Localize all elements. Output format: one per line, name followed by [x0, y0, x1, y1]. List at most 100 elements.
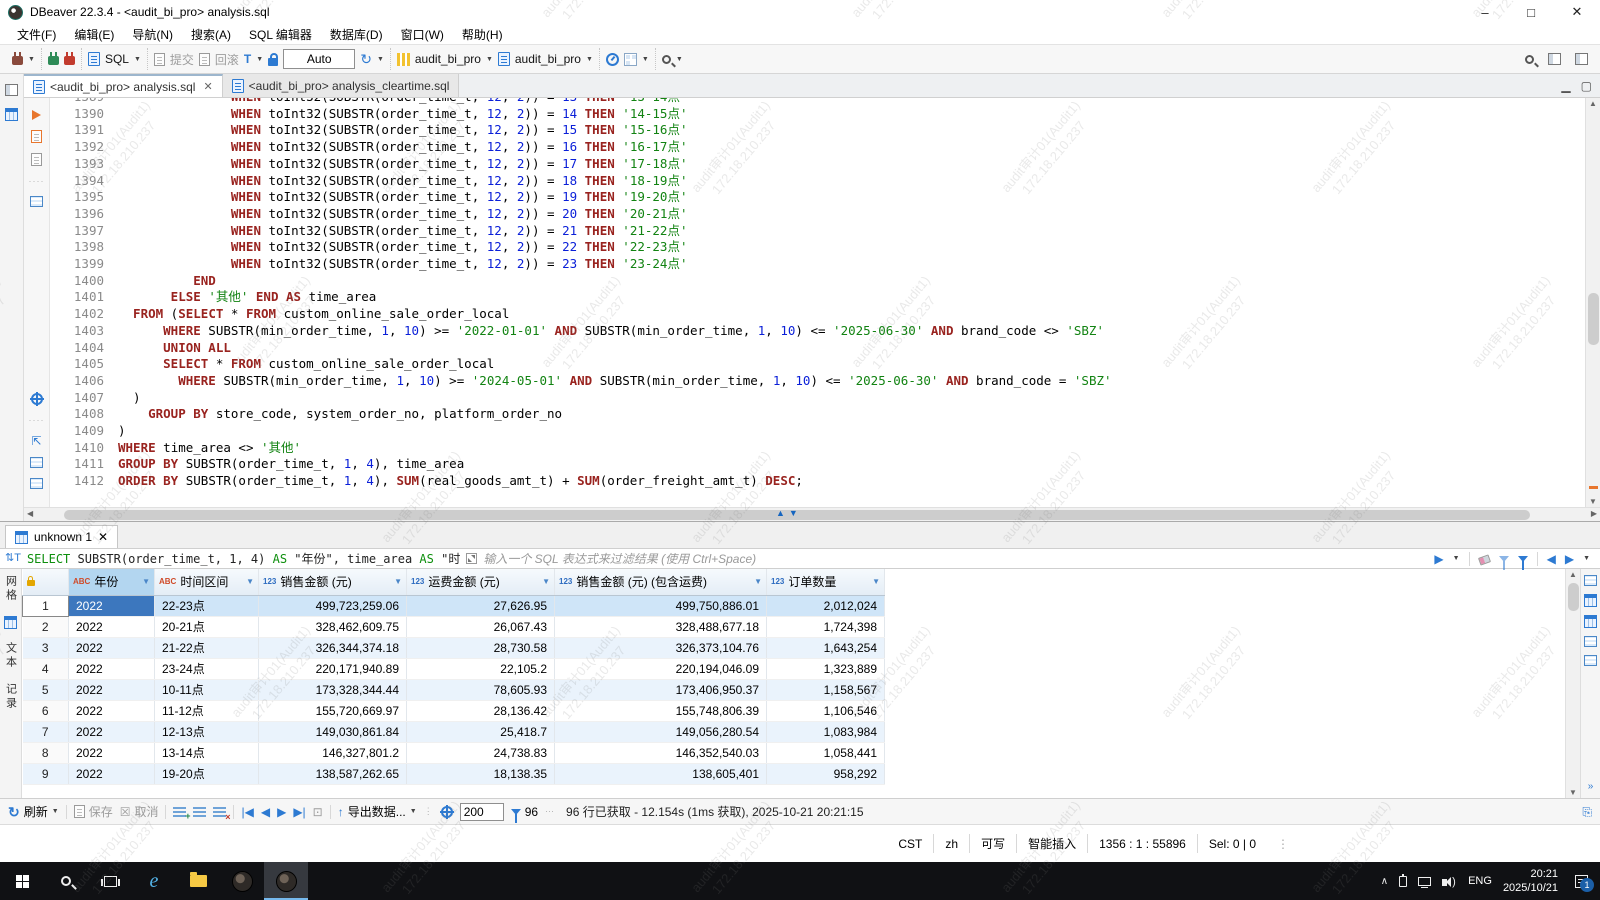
chevron-down-icon[interactable]: ▼ — [586, 56, 593, 63]
file-explorer-button[interactable] — [176, 862, 220, 900]
perspective-icon[interactable] — [1548, 53, 1561, 65]
column-header-0[interactable]: ABC年份▼ — [69, 569, 155, 595]
row-number-header[interactable] — [23, 569, 69, 595]
menu-item-2[interactable]: 导航(N) — [123, 24, 182, 44]
cell-r9-c1[interactable]: 19-20点 — [155, 763, 259, 784]
scroll-right-icon[interactable]: ▶ — [1591, 509, 1597, 518]
close-tab-icon[interactable]: ✕ — [203, 80, 212, 93]
connection-name[interactable]: audit_bi_pro — [415, 52, 481, 66]
results-vertical-scrollbar[interactable]: ▲ ▼ — [1565, 569, 1580, 798]
execute-statement-icon[interactable] — [32, 110, 41, 120]
quick-search-icon[interactable] — [1525, 55, 1534, 64]
table-row-3[interactable]: 3202221-22点326,344,374.1828,730.58326,37… — [23, 637, 885, 658]
log-panel-icon[interactable] — [30, 457, 43, 468]
chevron-down-icon[interactable]: ▼ — [486, 56, 493, 63]
editor-horizontal-scrollbar[interactable]: ◀ ▶ ▲▼ — [24, 507, 1600, 521]
column-header-4[interactable]: 123销售金额 (元) (包含运费)▼ — [555, 569, 767, 595]
value-viewer-panel-icon[interactable] — [1584, 575, 1597, 586]
minimize-editor-icon[interactable]: ▁ — [1561, 80, 1570, 92]
menu-item-7[interactable]: 帮助(H) — [453, 24, 512, 44]
column-menu-icon[interactable]: ▼ — [872, 577, 880, 586]
output-panel-icon[interactable] — [30, 196, 43, 207]
aggregate-panel-icon[interactable] — [1584, 636, 1597, 647]
cell-r7-c0[interactable]: 2022 — [69, 721, 155, 742]
maximize-button[interactable]: □ — [1508, 0, 1554, 24]
apply-filter-icon[interactable]: ▶ — [1434, 553, 1443, 565]
cell-r4-c1[interactable]: 23-24点 — [155, 658, 259, 679]
maximize-editor-icon[interactable]: ▢ — [1581, 80, 1592, 92]
variables-panel-icon[interactable] — [30, 478, 43, 489]
sql-editor-icon[interactable] — [88, 52, 100, 66]
copy-status-icon[interactable]: ⎘ — [1582, 806, 1592, 818]
cell-r1-c2[interactable]: 499,723,259.06 — [259, 595, 407, 616]
results-tab[interactable]: unknown 1 ✕ — [5, 525, 118, 548]
grid-settings-icon[interactable] — [441, 806, 453, 818]
cell-r3-c1[interactable]: 21-22点 — [155, 637, 259, 658]
row-number[interactable]: 8 — [23, 742, 69, 763]
add-row-icon[interactable] — [173, 806, 186, 817]
chevron-down-icon[interactable]: ▼ — [1583, 555, 1590, 562]
column-header-3[interactable]: 123运费金额 (元)▼ — [407, 569, 555, 595]
expand-filter-icon[interactable] — [466, 553, 477, 564]
chevron-down-icon[interactable]: ▼ — [642, 56, 649, 63]
next-page-icon[interactable]: ▶ — [277, 806, 286, 818]
table-row-4[interactable]: 4202223-24点220,171,940.8922,105.2220,194… — [23, 658, 885, 679]
scroll-up-icon[interactable]: ▲ — [1586, 99, 1600, 108]
editor-vertical-scrollbar[interactable]: ▲ ▼ — [1585, 98, 1600, 507]
editor-vscroll-thumb[interactable] — [1588, 293, 1599, 345]
rollback-label[interactable]: 回滚 — [215, 51, 239, 68]
history-icon[interactable]: ↻ — [360, 52, 372, 66]
auto-commit-combo[interactable]: Auto — [283, 49, 355, 69]
language-indicator[interactable]: ENG — [1468, 875, 1492, 887]
sql-label[interactable]: SQL — [105, 52, 129, 66]
cell-r3-c0[interactable]: 2022 — [69, 637, 155, 658]
save-button[interactable]: 保存 — [74, 803, 113, 820]
grid-presentation-icon[interactable] — [4, 616, 17, 629]
column-header-2[interactable]: 123销售金额 (元)▼ — [259, 569, 407, 595]
row-number[interactable]: 6 — [23, 700, 69, 721]
cell-r4-c5[interactable]: 1,323,889 — [767, 658, 885, 679]
cell-r8-c5[interactable]: 1,058,441 — [767, 742, 885, 763]
cell-r7-c5[interactable]: 1,083,984 — [767, 721, 885, 742]
menu-item-5[interactable]: 数据库(D) — [321, 24, 392, 44]
edit-filter-icon[interactable] — [1499, 556, 1509, 562]
cell-r2-c0[interactable]: 2022 — [69, 616, 155, 637]
cell-r6-c5[interactable]: 1,106,546 — [767, 700, 885, 721]
table-row-8[interactable]: 8202213-14点146,327,801.224,738.83146,352… — [23, 742, 885, 763]
connect-icon[interactable] — [48, 56, 59, 65]
cell-r8-c4[interactable]: 146,352,540.03 — [555, 742, 767, 763]
cell-r8-c1[interactable]: 13-14点 — [155, 742, 259, 763]
column-header-5[interactable]: 123订单数量▼ — [767, 569, 885, 595]
cell-r6-c0[interactable]: 2022 — [69, 700, 155, 721]
cell-r7-c4[interactable]: 149,056,280.54 — [555, 721, 767, 742]
editor-layout-icon[interactable] — [1575, 53, 1588, 65]
row-number[interactable]: 2 — [23, 616, 69, 637]
cell-r7-c2[interactable]: 149,030,861.84 — [259, 721, 407, 742]
chevron-down-icon[interactable]: ▼ — [377, 56, 384, 63]
column-menu-icon[interactable]: ▼ — [394, 577, 402, 586]
cell-r4-c2[interactable]: 220,171,940.89 — [259, 658, 407, 679]
commit-label[interactable]: 提交 — [170, 51, 194, 68]
row-number[interactable]: 3 — [23, 637, 69, 658]
dashboard-icon[interactable] — [606, 53, 619, 66]
network-icon[interactable] — [1418, 877, 1431, 886]
scroll-down-icon[interactable]: ▼ — [1586, 497, 1600, 506]
chevron-down-icon[interactable]: ▼ — [52, 808, 59, 815]
export-result-icon[interactable]: ⇱ — [31, 435, 41, 447]
close-button[interactable]: ✕ — [1554, 0, 1600, 24]
cell-r5-c0[interactable]: 2022 — [69, 679, 155, 700]
metadata-panel-icon[interactable] — [1584, 615, 1597, 628]
column-menu-icon[interactable]: ▼ — [542, 577, 550, 586]
rollback-icon[interactable] — [199, 53, 210, 66]
row-number[interactable]: 5 — [23, 679, 69, 700]
menu-item-3[interactable]: 搜索(A) — [182, 24, 240, 44]
cell-r6-c3[interactable]: 28,136.42 — [407, 700, 555, 721]
app-button-2-active[interactable] — [264, 862, 308, 900]
table-row-1[interactable]: 1202222-23点499,723,259.0627,626.95499,75… — [23, 595, 885, 616]
presentation-2[interactable]: 记录 — [3, 683, 19, 711]
table-row-5[interactable]: 5202210-11点173,328,344.4478,605.93173,40… — [23, 679, 885, 700]
status-overflow-icon[interactable]: ⋮ — [1267, 837, 1300, 851]
notification-center-icon[interactable]: 1 — [1575, 875, 1588, 888]
cell-r9-c2[interactable]: 138,587,262.65 — [259, 763, 407, 784]
cell-r2-c5[interactable]: 1,724,398 — [767, 616, 885, 637]
